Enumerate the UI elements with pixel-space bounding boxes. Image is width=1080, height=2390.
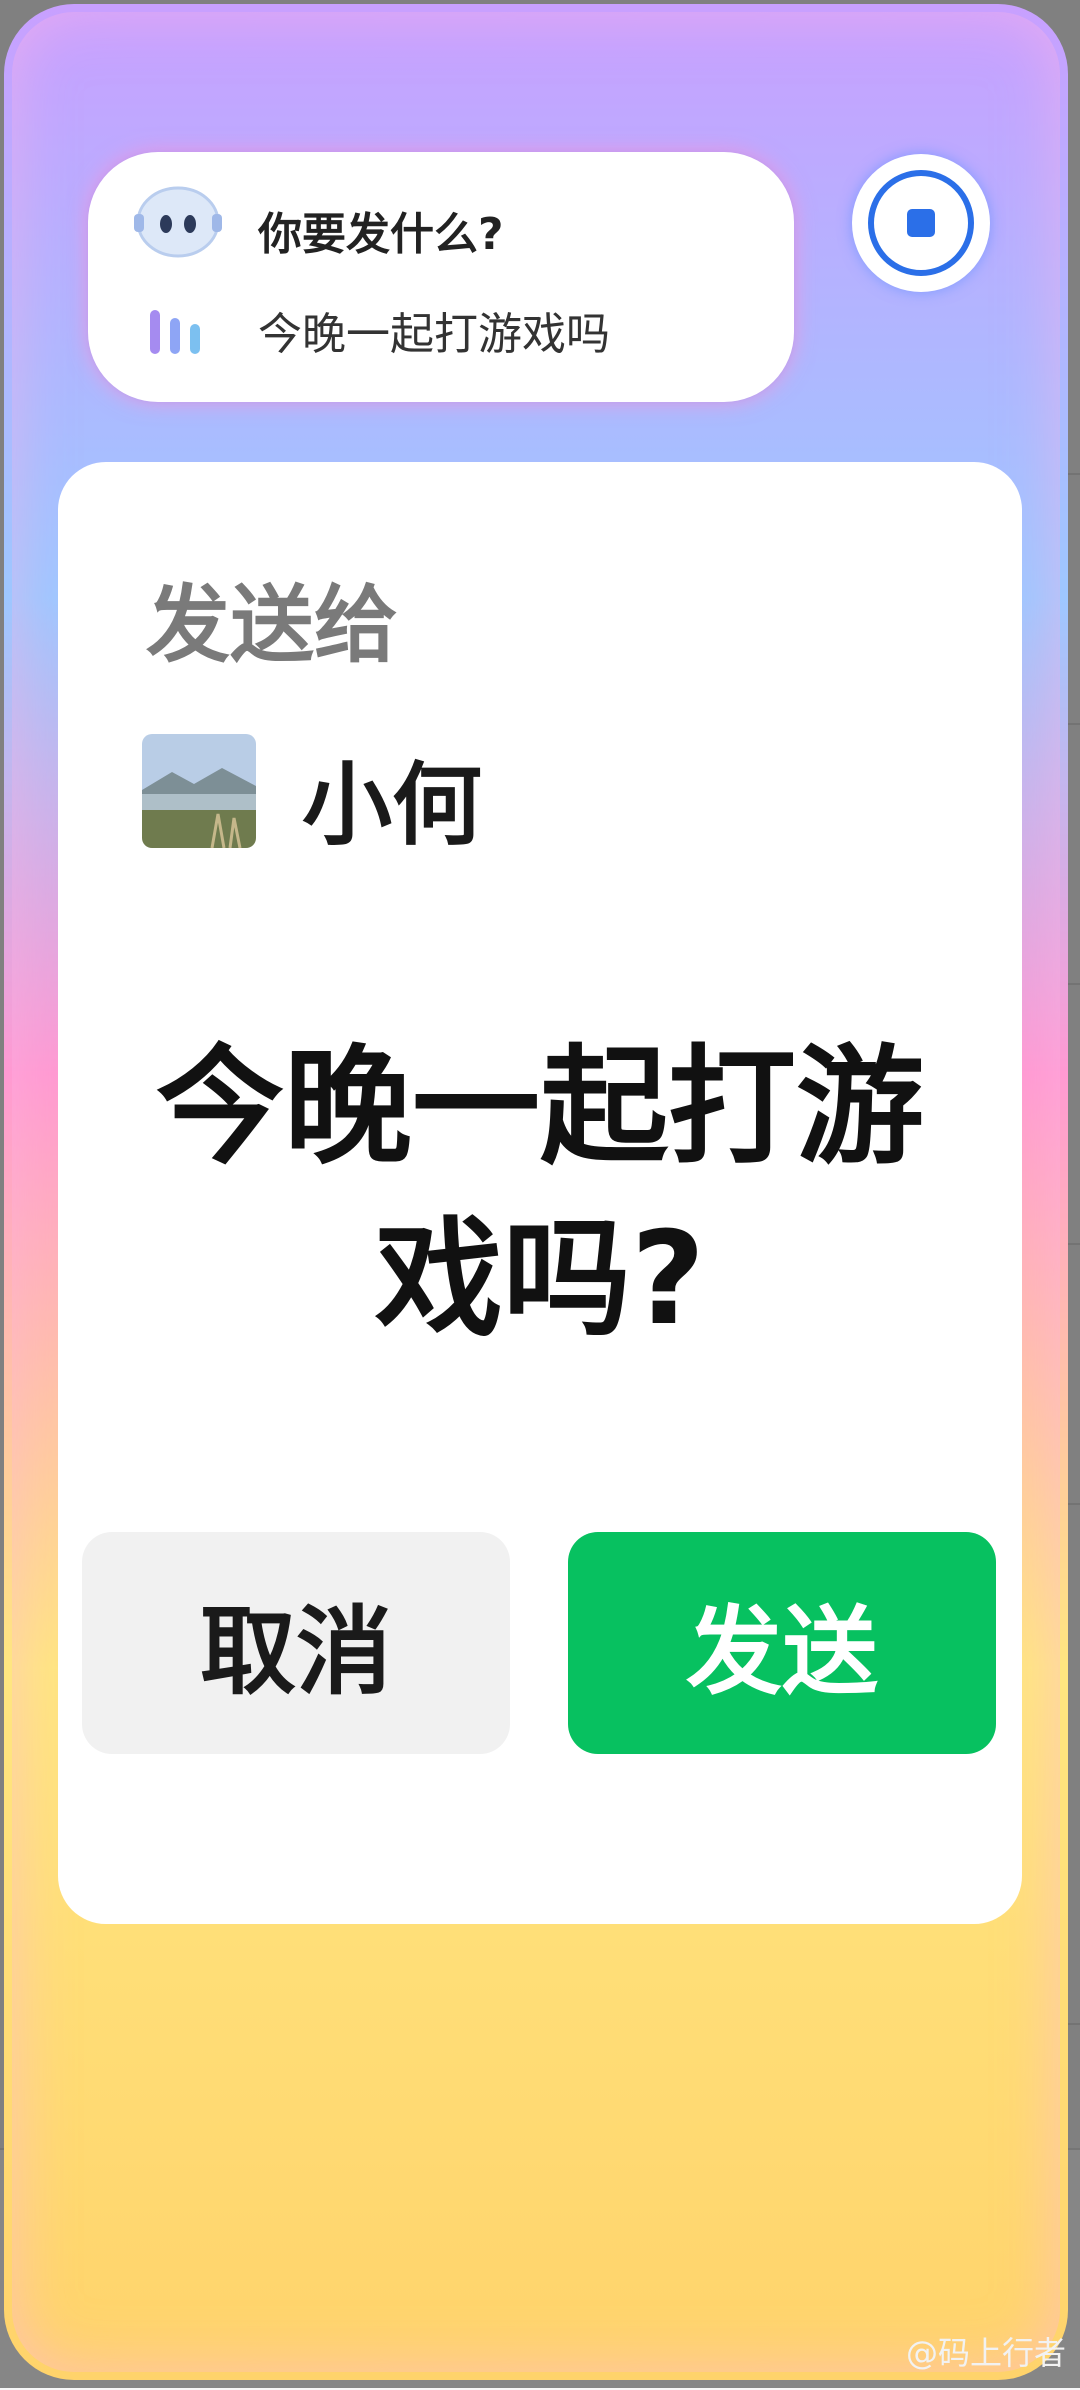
stop-square <box>907 209 935 237</box>
voice-wave-icon <box>150 304 210 354</box>
recipient-name: 小何 <box>302 753 482 858</box>
assistant-transcript: 今晚一起打游戏吗 <box>258 309 610 360</box>
cancel-button[interactable]: 取消 <box>82 1532 510 1754</box>
recipient-avatar <box>142 734 256 848</box>
message-preview: 今晚一起打游戏吗? <box>155 1033 924 1354</box>
assistant-bubble: 你要发什么? 今晚一起打游戏吗 <box>88 152 794 402</box>
robot-icon <box>134 186 222 258</box>
stop-button[interactable] <box>852 154 990 292</box>
send-button[interactable]: 发送 <box>568 1532 996 1754</box>
dialog-title: 发送给 <box>146 576 399 674</box>
send-dialog: 发送给 小何 今晚一起打游戏吗? 取消 发送 <box>58 462 1022 1924</box>
assistant-question: 你要发什么? <box>258 209 504 260</box>
watermark: @码上行者 <box>905 2334 1066 2372</box>
